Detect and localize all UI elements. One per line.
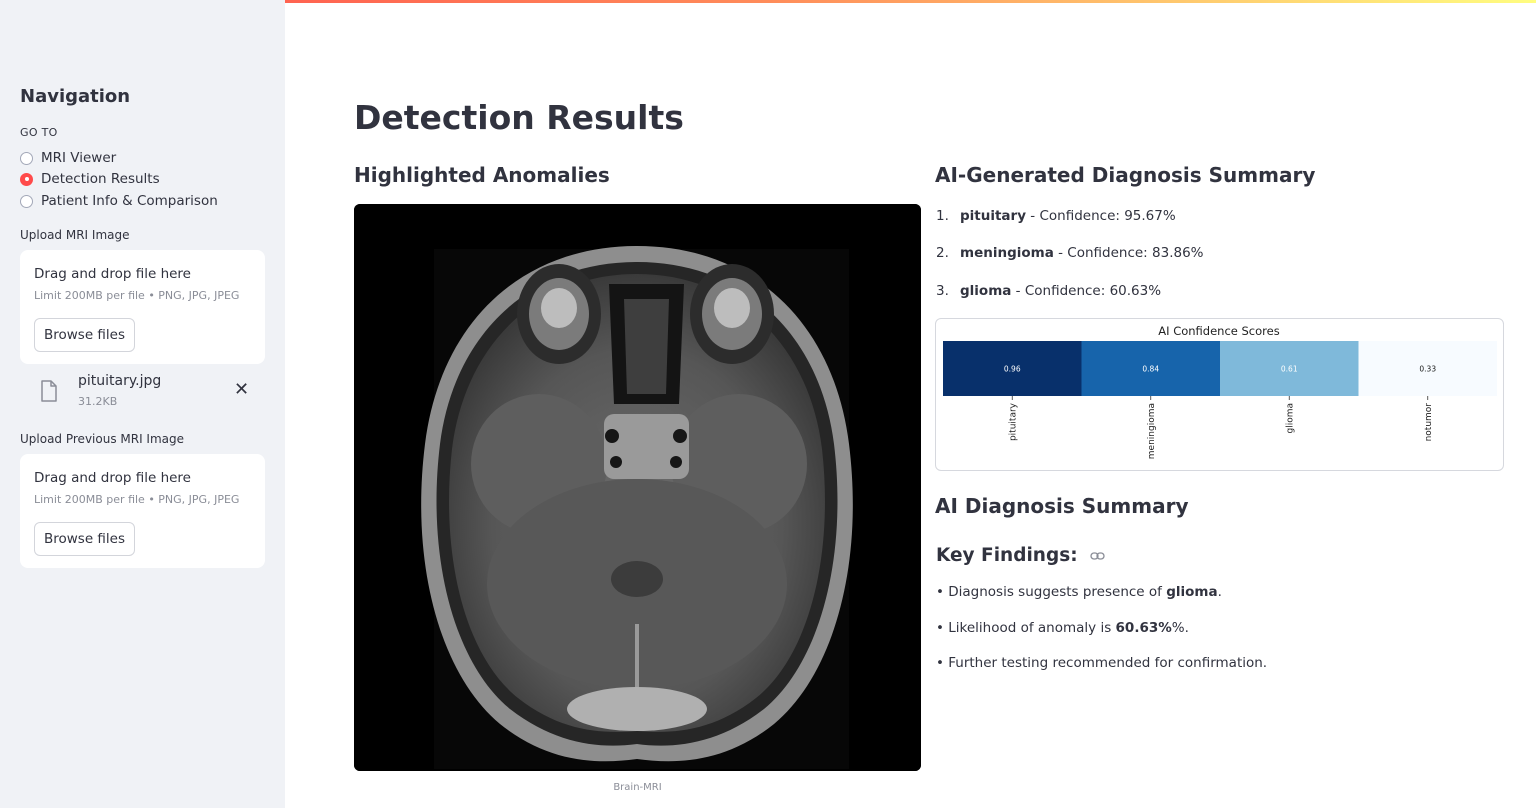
prediction-label: glioma	[960, 283, 1012, 299]
key-findings-label: Key Findings:	[936, 545, 1078, 566]
dropzone-limit: Limit 200MB per file • PNG, JPG, JPEG	[34, 289, 240, 302]
radio-label: MRI Viewer	[41, 150, 117, 166]
finding-bold: 60.63%	[1115, 620, 1172, 636]
radio-button-icon[interactable]	[20, 194, 33, 208]
confidence-heatmap-chart: AI Confidence Scores 0.96 pituitary 0.84 me…	[935, 318, 1504, 471]
heatmap-category-label: glioma	[1285, 403, 1295, 434]
prediction-confidence: - Confidence: 83.86%	[1053, 245, 1204, 261]
mri-dropzone[interactable]: Drag and drop file here Limit 200MB per …	[20, 250, 265, 364]
page-title: Detection Results	[354, 98, 684, 137]
prediction-confidence: - Confidence: 60.63%	[1011, 283, 1162, 299]
upload-previous-mri-label: Upload Previous MRI Image	[20, 432, 185, 446]
brain-mri-image	[354, 204, 921, 771]
heatmap-category-label: pituitary	[1008, 402, 1018, 441]
heatmap-value-label: 0.61	[1281, 365, 1298, 374]
prediction-item: 3. glioma - Confidence: 60.63%	[936, 283, 1161, 299]
heatmap-category-label: meningioma	[1147, 403, 1157, 459]
dropzone-title: Drag and drop file here	[34, 266, 191, 282]
prediction-label: meningioma	[960, 245, 1054, 261]
file-icon	[41, 380, 57, 402]
radio-button-icon[interactable]	[20, 151, 33, 165]
browse-files-button[interactable]: Browse files	[34, 318, 135, 352]
file-size: 31.2KB	[78, 395, 118, 408]
goto-label: GO TO	[20, 126, 58, 139]
radio-detection-results[interactable]: Detection Results	[20, 169, 160, 189]
upload-mri-label: Upload MRI Image	[20, 228, 130, 242]
finding-tail: .	[1217, 584, 1222, 600]
sidebar-title: Navigation	[20, 86, 131, 107]
image-caption: Brain-MRI	[613, 782, 662, 793]
prediction-confidence: - Confidence: 95.67%	[1026, 208, 1176, 224]
prediction-item: 2. meningioma - Confidence: 83.86%	[936, 245, 1204, 261]
anomalies-heading: Highlighted Anomalies	[354, 163, 610, 187]
file-name: pituitary.jpg	[78, 373, 162, 389]
list-number: 2.	[936, 245, 949, 261]
uploaded-file-row: pituitary.jpg 31.2KB ✕	[20, 368, 265, 412]
heatmap-value-label: 0.96	[1004, 365, 1021, 374]
radio-mri-viewer[interactable]: MRI Viewer	[20, 148, 116, 168]
sidebar: Navigation GO TO MRI Viewer Detection Re…	[0, 0, 285, 808]
radio-label: Detection Results	[41, 171, 160, 187]
prediction-label: pituitary	[960, 208, 1027, 224]
browse-files-button-previous[interactable]: Browse files	[34, 522, 135, 556]
finding-text: • Further testing recommended for confir…	[936, 655, 1268, 671]
radio-patient-info[interactable]: Patient Info & Comparison	[20, 191, 218, 211]
finding-text: • Diagnosis suggests presence of	[936, 584, 1167, 600]
heatmap-category-label: notumor	[1424, 403, 1434, 442]
finding-item: • Further testing recommended for confir…	[936, 655, 1267, 671]
heatmap-value-label: 0.33	[1419, 365, 1436, 374]
radio-label: Patient Info & Comparison	[41, 193, 218, 209]
finding-item: • Diagnosis suggests presence of glioma.	[936, 584, 1222, 600]
diagnosis-heading: AI Diagnosis Summary	[935, 494, 1189, 518]
link-icon[interactable]	[1090, 551, 1105, 561]
list-number: 1.	[936, 208, 949, 224]
dropzone-title: Drag and drop file here	[34, 470, 191, 486]
finding-tail: %.	[1171, 620, 1189, 636]
finding-text: • Likelihood of anomaly is	[936, 620, 1116, 636]
radio-button-selected-icon[interactable]	[20, 172, 33, 186]
heatmap-value-label: 0.84	[1142, 365, 1159, 374]
heatmap-svg: AI Confidence Scores 0.96 pituitary 0.84 me…	[943, 324, 1497, 459]
list-number: 3.	[936, 283, 949, 299]
previous-mri-dropzone[interactable]: Drag and drop file here Limit 200MB per …	[20, 454, 265, 568]
remove-file-close-icon[interactable]: ✕	[234, 380, 249, 400]
brain-mri-image-drawing	[354, 204, 921, 771]
dropzone-limit: Limit 200MB per file • PNG, JPG, JPEG	[34, 493, 240, 506]
summary-heading: AI-Generated Diagnosis Summary	[935, 163, 1316, 187]
finding-bold: glioma	[1166, 584, 1218, 600]
key-findings-heading: Key Findings:	[936, 545, 1105, 566]
prediction-item: 1. pituitary - Confidence: 95.67%	[936, 208, 1176, 224]
finding-item: • Likelihood of anomaly is 60.63%%.	[936, 620, 1189, 636]
chart-title: AI Confidence Scores	[1158, 324, 1279, 338]
